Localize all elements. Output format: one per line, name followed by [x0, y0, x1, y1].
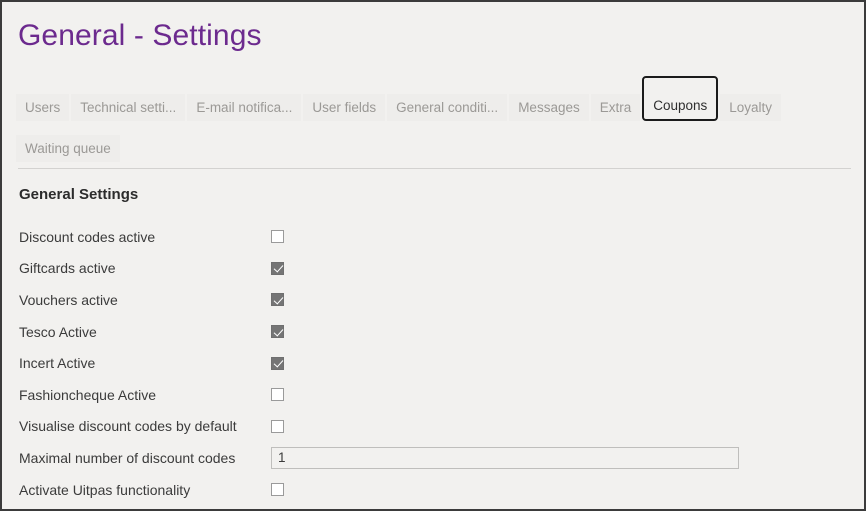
checkbox-discount-codes-active[interactable]: [271, 230, 284, 244]
setting-label: Giftcards active: [19, 260, 116, 277]
setting-label: Visualise discount codes by default: [19, 418, 237, 435]
setting-label: Activate Uitpas functionality: [19, 481, 191, 498]
setting-label: Vouchers active: [19, 291, 118, 308]
settings-window: General - Settings Users Technical setti.…: [0, 0, 866, 511]
page-title: General - Settings: [18, 19, 262, 52]
tab-waiting-queue[interactable]: Waiting queue: [16, 135, 120, 162]
section-title: General Settings: [19, 186, 139, 203]
checkbox-activate-uitpas-functionality[interactable]: [271, 483, 284, 497]
checkbox-fashioncheque-active[interactable]: [271, 388, 284, 402]
setting-row: Giftcards active: [19, 253, 839, 285]
setting-label: Tesco Active: [19, 323, 97, 340]
tab-user-fields[interactable]: User fields: [303, 94, 386, 121]
tab-messages[interactable]: Messages: [509, 94, 589, 121]
checkbox-tesco-active[interactable]: [271, 325, 284, 339]
setting-row: Visualise discount codes by default: [19, 411, 839, 443]
setting-label: Fashioncheque Active: [19, 386, 156, 403]
tab-row-secondary: Waiting queue: [16, 135, 854, 162]
setting-row: Vouchers active: [19, 284, 839, 316]
tab-general-conditi[interactable]: General conditi...: [387, 94, 508, 121]
setting-row: Activate Uitpas functionality: [19, 474, 839, 506]
tab-loyalty[interactable]: Loyalty: [720, 94, 782, 121]
checkbox-visualise-discount-codes-by-default[interactable]: [271, 419, 284, 433]
checkbox-giftcards-active[interactable]: [271, 261, 284, 275]
tab-users[interactable]: Users: [16, 94, 70, 121]
tab-extra[interactable]: Extra: [590, 94, 641, 121]
setting-row: Tesco Active: [19, 316, 839, 348]
header-divider: [18, 168, 851, 169]
settings-list: Discount codes active Giftcards active Vou…: [19, 221, 839, 505]
tab-bar: Users Technical setti... E-mail notifica..…: [16, 76, 854, 176]
tab-row-primary: Users Technical setti... E-mail notifica..…: [16, 76, 854, 121]
setting-row: Discount codes active: [19, 221, 839, 253]
checkbox-vouchers-active[interactable]: [271, 293, 284, 307]
input-maximal-number-of-discount-codes[interactable]: [271, 446, 739, 469]
setting-label: Incert Active: [19, 355, 96, 372]
setting-row: Fashioncheque Active: [19, 379, 839, 411]
tab-coupons[interactable]: Coupons: [642, 76, 719, 121]
tab-e-mail-notifica[interactable]: E-mail notifica...: [187, 94, 302, 121]
checkbox-incert-active[interactable]: [271, 356, 284, 370]
tab-technical-setti[interactable]: Technical setti...: [71, 94, 186, 121]
setting-label: Discount codes active: [19, 228, 156, 245]
setting-row: Incert Active: [19, 347, 839, 379]
setting-label: Maximal number of discount codes: [19, 449, 236, 466]
setting-row: Maximal number of discount codes: [19, 442, 839, 474]
